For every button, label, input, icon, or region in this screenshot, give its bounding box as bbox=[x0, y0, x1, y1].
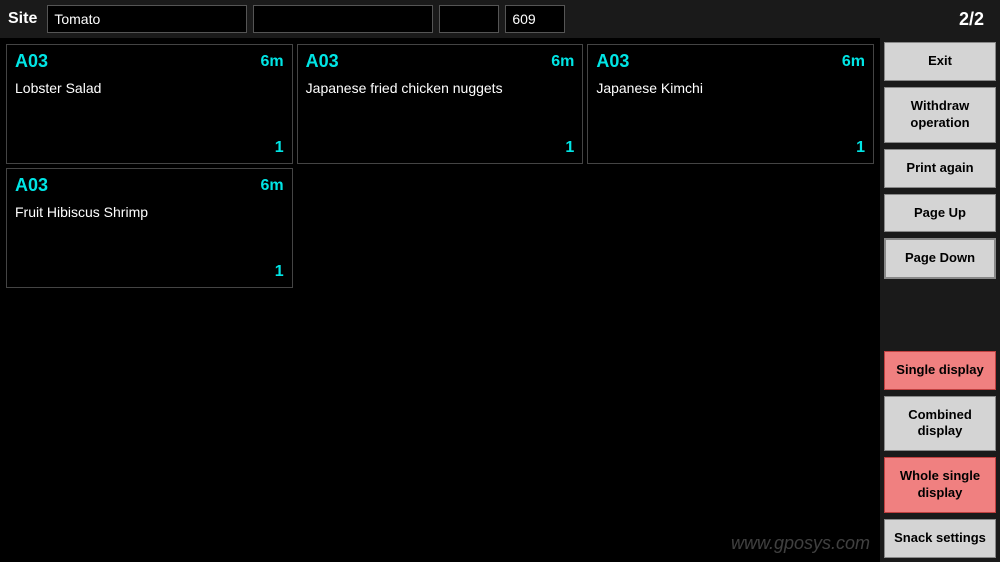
watermark: www.gposys.com bbox=[731, 533, 870, 554]
num-input[interactable] bbox=[505, 5, 565, 33]
card-qty: 1 bbox=[856, 139, 865, 157]
card-table: A03 bbox=[306, 51, 339, 72]
card-item: Lobster Salad bbox=[15, 80, 284, 139]
withdraw-button[interactable]: Withdraw operation bbox=[884, 87, 996, 143]
site-label: Site bbox=[8, 10, 37, 28]
card-item: Japanese Kimchi bbox=[596, 80, 865, 139]
page-indicator: 2/2 bbox=[959, 9, 984, 30]
card-header: A03 6m bbox=[596, 51, 865, 72]
card-time: 6m bbox=[551, 53, 574, 71]
card-item: Fruit Hibiscus Shrimp bbox=[15, 204, 284, 263]
print-again-button[interactable]: Print again bbox=[884, 149, 996, 188]
mid-input[interactable] bbox=[253, 5, 433, 33]
short-input[interactable] bbox=[439, 5, 499, 33]
card-qty: 1 bbox=[275, 139, 284, 157]
card-qty: 1 bbox=[565, 139, 574, 157]
header-bar: Site 2/2 bbox=[0, 0, 1000, 38]
card-item: Japanese fried chicken nuggets bbox=[306, 80, 575, 139]
card-table: A03 bbox=[15, 175, 48, 196]
order-card: A03 6m Japanese Kimchi 1 bbox=[587, 44, 874, 164]
site-input[interactable] bbox=[47, 5, 247, 33]
whole-single-button[interactable]: Whole single display bbox=[884, 457, 996, 513]
card-header: A03 6m bbox=[15, 51, 284, 72]
card-table: A03 bbox=[15, 51, 48, 72]
page-down-button[interactable]: Page Down bbox=[884, 238, 996, 279]
card-time: 6m bbox=[261, 177, 284, 195]
card-qty: 1 bbox=[275, 263, 284, 281]
order-card: A03 6m Fruit Hibiscus Shrimp 1 bbox=[6, 168, 293, 288]
combined-display-button[interactable]: Combined display bbox=[884, 396, 996, 452]
sidebar-spacer bbox=[884, 285, 996, 344]
sidebar: Exit Withdraw operation Print again Page… bbox=[880, 38, 1000, 562]
card-time: 6m bbox=[842, 53, 865, 71]
card-header: A03 6m bbox=[15, 175, 284, 196]
snack-settings-button[interactable]: Snack settings bbox=[884, 519, 996, 558]
page-up-button[interactable]: Page Up bbox=[884, 194, 996, 233]
card-header: A03 6m bbox=[306, 51, 575, 72]
order-card: A03 6m Lobster Salad 1 bbox=[6, 44, 293, 164]
card-time: 6m bbox=[261, 53, 284, 71]
exit-button[interactable]: Exit bbox=[884, 42, 996, 81]
single-display-button[interactable]: Single display bbox=[884, 351, 996, 390]
order-grid: A03 6m Lobster Salad 1 A03 6m Japanese f… bbox=[0, 38, 880, 562]
main-area: A03 6m Lobster Salad 1 A03 6m Japanese f… bbox=[0, 38, 1000, 562]
order-card: A03 6m Japanese fried chicken nuggets 1 bbox=[297, 44, 584, 164]
card-table: A03 bbox=[596, 51, 629, 72]
